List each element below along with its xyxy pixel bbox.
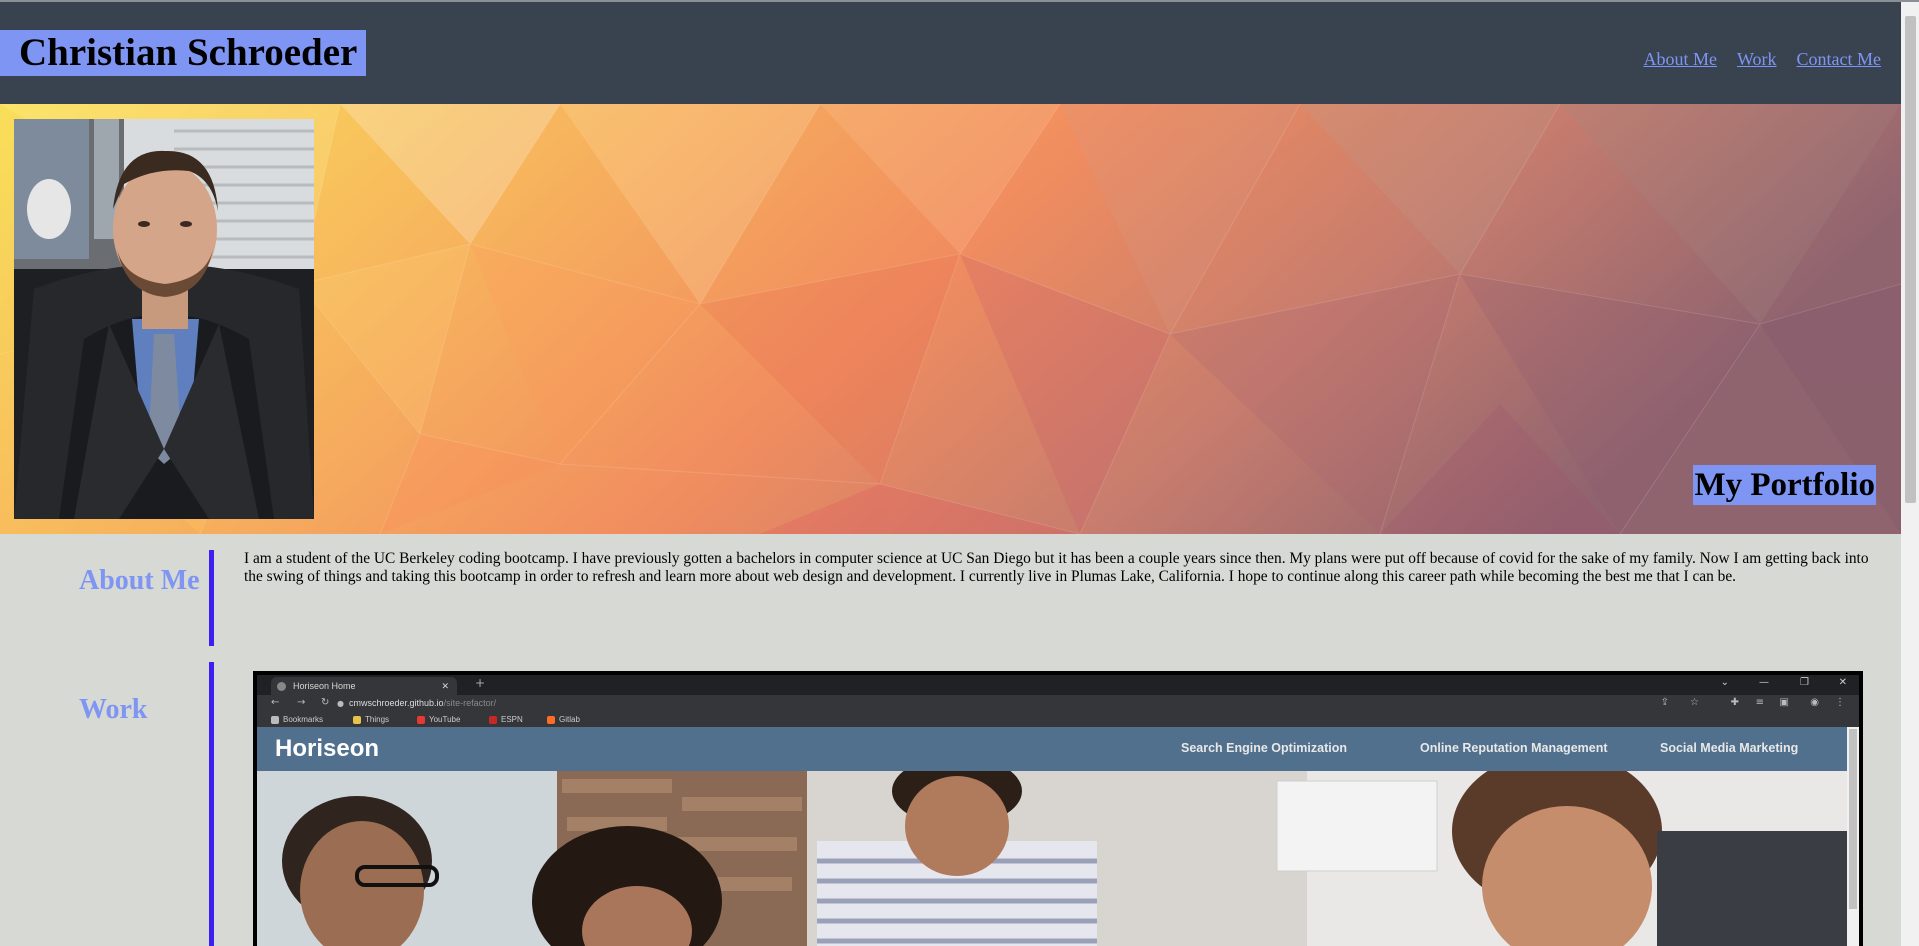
site-header: Christian Schroeder About Me Work Contac… xyxy=(0,2,1901,104)
browser-reload-icon: ↻ xyxy=(321,697,330,708)
bookmark-gitlab: Gitlab xyxy=(547,713,580,727)
about-me-heading: About Me xyxy=(79,565,200,596)
bookmark-label: Things xyxy=(365,715,390,724)
nav-link-work[interactable]: Work xyxy=(1737,49,1777,69)
nav-link-contact-me[interactable]: Contact Me xyxy=(1797,49,1881,69)
plus-icon: + xyxy=(475,676,486,690)
work-heading: Work xyxy=(79,694,148,725)
horiseon-nav-seo: Search Engine Optimization xyxy=(1181,741,1347,755)
folder-icon xyxy=(353,715,361,724)
sidebar-icon: ▣ xyxy=(1779,697,1789,708)
browser-url: cmwschroeder.github.io/site-refactor/ xyxy=(349,698,496,708)
share-icon: ⇪ xyxy=(1660,697,1669,708)
bookmark-youtube: YouTube xyxy=(417,713,460,727)
gitlab-icon xyxy=(547,715,555,724)
horiseon-hero-photo xyxy=(257,771,1847,946)
url-path: /site-refactor/ xyxy=(443,698,497,708)
star-icon xyxy=(271,715,279,724)
minimize-icon: — xyxy=(1759,677,1769,688)
bookmark-things: Things xyxy=(353,713,389,727)
screenshot-scrollbar-thumb xyxy=(1849,729,1857,909)
browser-tab-title: Horiseon Home xyxy=(293,681,356,691)
browser-forward-icon: → xyxy=(297,697,306,708)
nav-link-about-me[interactable]: About Me xyxy=(1643,49,1717,69)
lock-icon: ● xyxy=(337,699,344,708)
close-icon: ✕ xyxy=(441,681,449,691)
page-scrollbar-thumb[interactable] xyxy=(1905,16,1916,503)
profile-avatar-icon: ◉ xyxy=(1810,697,1819,708)
bookmark-bookmarks: Bookmarks xyxy=(271,713,323,727)
screenshot-scrollbar xyxy=(1847,727,1859,946)
bookmark-label: Gitlab xyxy=(559,715,580,724)
main-nav: About Me Work Contact Me xyxy=(1627,49,1881,70)
extensions-icon: ✚ xyxy=(1730,697,1739,708)
bookmark-label: Bookmarks xyxy=(283,715,324,724)
reading-list-icon: ≡ xyxy=(1755,697,1764,708)
bookmark-label: ESPN xyxy=(501,715,523,724)
horiseon-nav-reputation: Online Reputation Management xyxy=(1420,741,1608,755)
hero-tagline: My Portfolio xyxy=(1693,465,1876,505)
browser-tab-strip: Horiseon Home ✕ + ⌄ — ❐ ✕ xyxy=(257,675,1859,695)
horiseon-nav-social: Social Media Marketing xyxy=(1660,741,1799,755)
about-me-text: I am a student of the UC Berkeley coding… xyxy=(244,550,1869,585)
hero-banner: My Portfolio xyxy=(0,104,1901,534)
work-divider xyxy=(209,662,214,946)
browser-tab: Horiseon Home ✕ xyxy=(271,677,457,695)
url-host: cmwschroeder.github.io xyxy=(349,698,444,708)
horiseon-logo: Horiseon xyxy=(275,735,380,762)
restore-icon: ❐ xyxy=(1800,677,1809,688)
close-window-icon: ✕ xyxy=(1838,677,1847,688)
menu-icon: ⋮ xyxy=(1835,697,1845,708)
team-meeting-photo xyxy=(257,771,1847,946)
avatar xyxy=(14,119,314,519)
espn-icon xyxy=(489,715,497,724)
work-project-screenshot[interactable]: Horiseon Home ✕ + ⌄ — ❐ ✕ ← → ↻ ● cmwsch… xyxy=(253,671,1863,946)
youtube-icon xyxy=(417,715,425,724)
page-scrollbar[interactable] xyxy=(1901,2,1919,946)
profile-photo xyxy=(14,119,314,519)
bookmark-label: YouTube xyxy=(429,715,461,724)
star-icon: ☆ xyxy=(1690,697,1699,708)
bookmarks-bar: Bookmarks Things YouTube ESPN Gitlab xyxy=(257,713,1859,727)
browser-back-icon: ← xyxy=(271,697,280,708)
chevron-down-icon: ⌄ xyxy=(1720,677,1729,688)
about-divider xyxy=(209,550,214,646)
globe-icon xyxy=(277,682,286,691)
site-title: Christian Schroeder xyxy=(0,30,366,76)
bookmark-espn: ESPN xyxy=(489,713,523,727)
browser-toolbar: ← → ↻ ● cmwschroeder.github.io/site-refa… xyxy=(257,695,1859,713)
horiseon-header: Horiseon Search Engine Optimization Onli… xyxy=(257,727,1847,771)
